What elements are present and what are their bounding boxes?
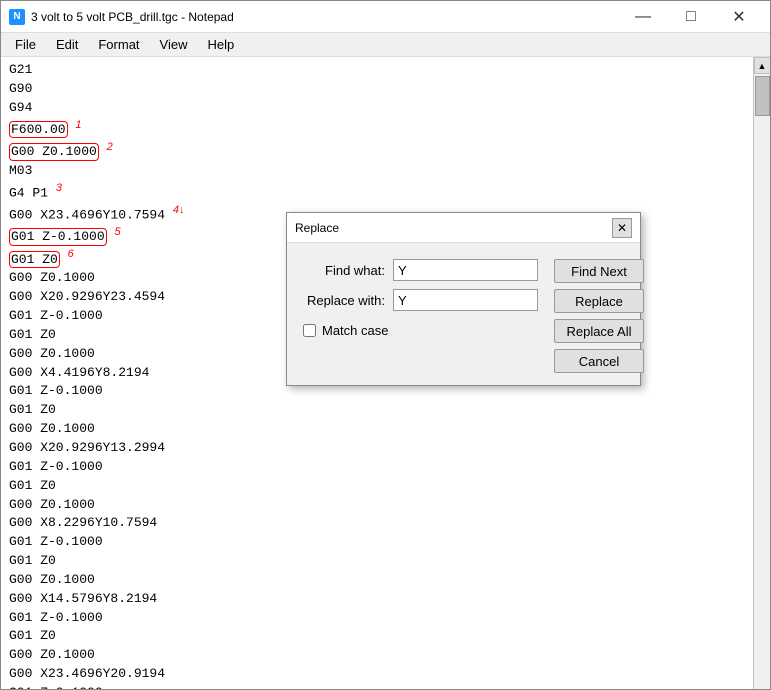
replace-button[interactable]: Replace — [554, 289, 644, 313]
scroll-up-arrow[interactable]: ▲ — [754, 57, 771, 74]
minimize-button[interactable]: — — [620, 1, 666, 33]
line-g90: G90 — [9, 80, 745, 99]
line-g01-z0-3: G01 Z0 — [9, 401, 745, 420]
line-g01-z-01-6: G01 Z-0.1000 — [9, 609, 745, 628]
annotation-4: 4↓ — [173, 204, 185, 216]
line-g01-z-01-4: G01 Z-0.1000 — [9, 458, 745, 477]
find-what-label: Find what: — [303, 263, 385, 278]
menu-help[interactable]: Help — [197, 35, 244, 54]
line-g00-x20-2: G00 X20.9296Y13.2994 — [9, 439, 745, 458]
circle-5: G01 Z-0.1000 — [9, 228, 107, 246]
match-case-row: Match case — [303, 323, 538, 342]
line-g01-z-01-7: G01 Z-0.1000 — [9, 684, 745, 689]
circle-2: G00 Z0.1000 — [9, 143, 99, 161]
find-what-input[interactable] — [393, 259, 538, 281]
annotation-1: 1 — [75, 119, 81, 131]
replace-with-row: Replace with: — [303, 289, 538, 311]
line-g00-z01-4: G00 Z0.1000 — [9, 420, 745, 439]
line-g00-z01-6: G00 Z0.1000 — [9, 571, 745, 590]
line-g01-z0-6: G01 Z0 — [9, 627, 745, 646]
dialog-body: Find what: Replace with: Match case — [287, 243, 640, 385]
line-g94: G94 — [9, 99, 745, 118]
find-next-button[interactable]: Find Next — [554, 259, 644, 283]
line-g01-z0-5: G01 Z0 — [9, 552, 745, 571]
line-g21: G21 — [9, 61, 745, 80]
dialog-close-button[interactable]: ✕ — [612, 218, 632, 238]
content-area: G21 G90 G94 F600.00 1 G00 Z0.1000 2 M03 … — [1, 57, 770, 689]
menu-format[interactable]: Format — [88, 35, 149, 54]
dialog-fields: Find what: Replace with: Match case — [303, 259, 538, 373]
line-g00-x82: G00 X8.2296Y10.7594 — [9, 514, 745, 533]
dialog-title: Replace — [295, 221, 612, 235]
title-bar: N 3 volt to 5 volt PCB_drill.tgc - Notep… — [1, 1, 770, 33]
replace-with-label: Replace with: — [303, 293, 385, 308]
cancel-button[interactable]: Cancel — [554, 349, 644, 373]
line-g00-z01: G00 Z0.1000 2 — [9, 140, 745, 162]
main-window: N 3 volt to 5 volt PCB_drill.tgc - Notep… — [0, 0, 771, 690]
match-case-checkbox[interactable] — [303, 324, 316, 337]
app-icon: N — [9, 9, 25, 25]
line-g00-x23-2: G00 X23.4696Y20.9194 — [9, 665, 745, 684]
line-f600: F600.00 1 — [9, 118, 745, 140]
replace-dialog: Replace ✕ Find what: Replace with: — [286, 212, 641, 386]
dialog-title-bar: Replace ✕ — [287, 213, 640, 243]
line-g4p1: G4 P1 3 — [9, 181, 745, 203]
window-title: 3 volt to 5 volt PCB_drill.tgc - Notepad — [31, 10, 620, 24]
annotation-3: 3 — [56, 182, 62, 194]
menu-view[interactable]: View — [150, 35, 198, 54]
line-g00-z01-5: G00 Z0.1000 — [9, 496, 745, 515]
maximize-button[interactable]: □ — [668, 1, 714, 33]
menu-bar: File Edit Format View Help — [1, 33, 770, 57]
close-button[interactable]: ✕ — [716, 1, 762, 33]
replace-with-input[interactable] — [393, 289, 538, 311]
annotation-2: 2 — [107, 141, 113, 153]
circle-1: F600.00 — [9, 121, 68, 139]
line-m03: M03 — [9, 162, 745, 181]
scroll-thumb[interactable] — [755, 76, 770, 116]
match-case-label: Match case — [322, 323, 388, 338]
find-what-row: Find what: — [303, 259, 538, 281]
menu-file[interactable]: File — [5, 35, 46, 54]
annotation-5: 5 — [114, 226, 120, 238]
line-g01-z0-4: G01 Z0 — [9, 477, 745, 496]
annotation-6: 6 — [68, 248, 74, 260]
replace-all-button[interactable]: Replace All — [554, 319, 644, 343]
window-controls: — □ ✕ — [620, 1, 762, 33]
menu-edit[interactable]: Edit — [46, 35, 88, 54]
line-g00-z01-7: G00 Z0.1000 — [9, 646, 745, 665]
line-g01-z-01-5: G01 Z-0.1000 — [9, 533, 745, 552]
circle-6: G01 Z0 — [9, 251, 60, 269]
dialog-buttons: Find Next Replace Replace All Cancel — [546, 259, 644, 373]
scrollbar: ▲ — [753, 57, 770, 689]
line-g00-x14: G00 X14.5796Y8.2194 — [9, 590, 745, 609]
